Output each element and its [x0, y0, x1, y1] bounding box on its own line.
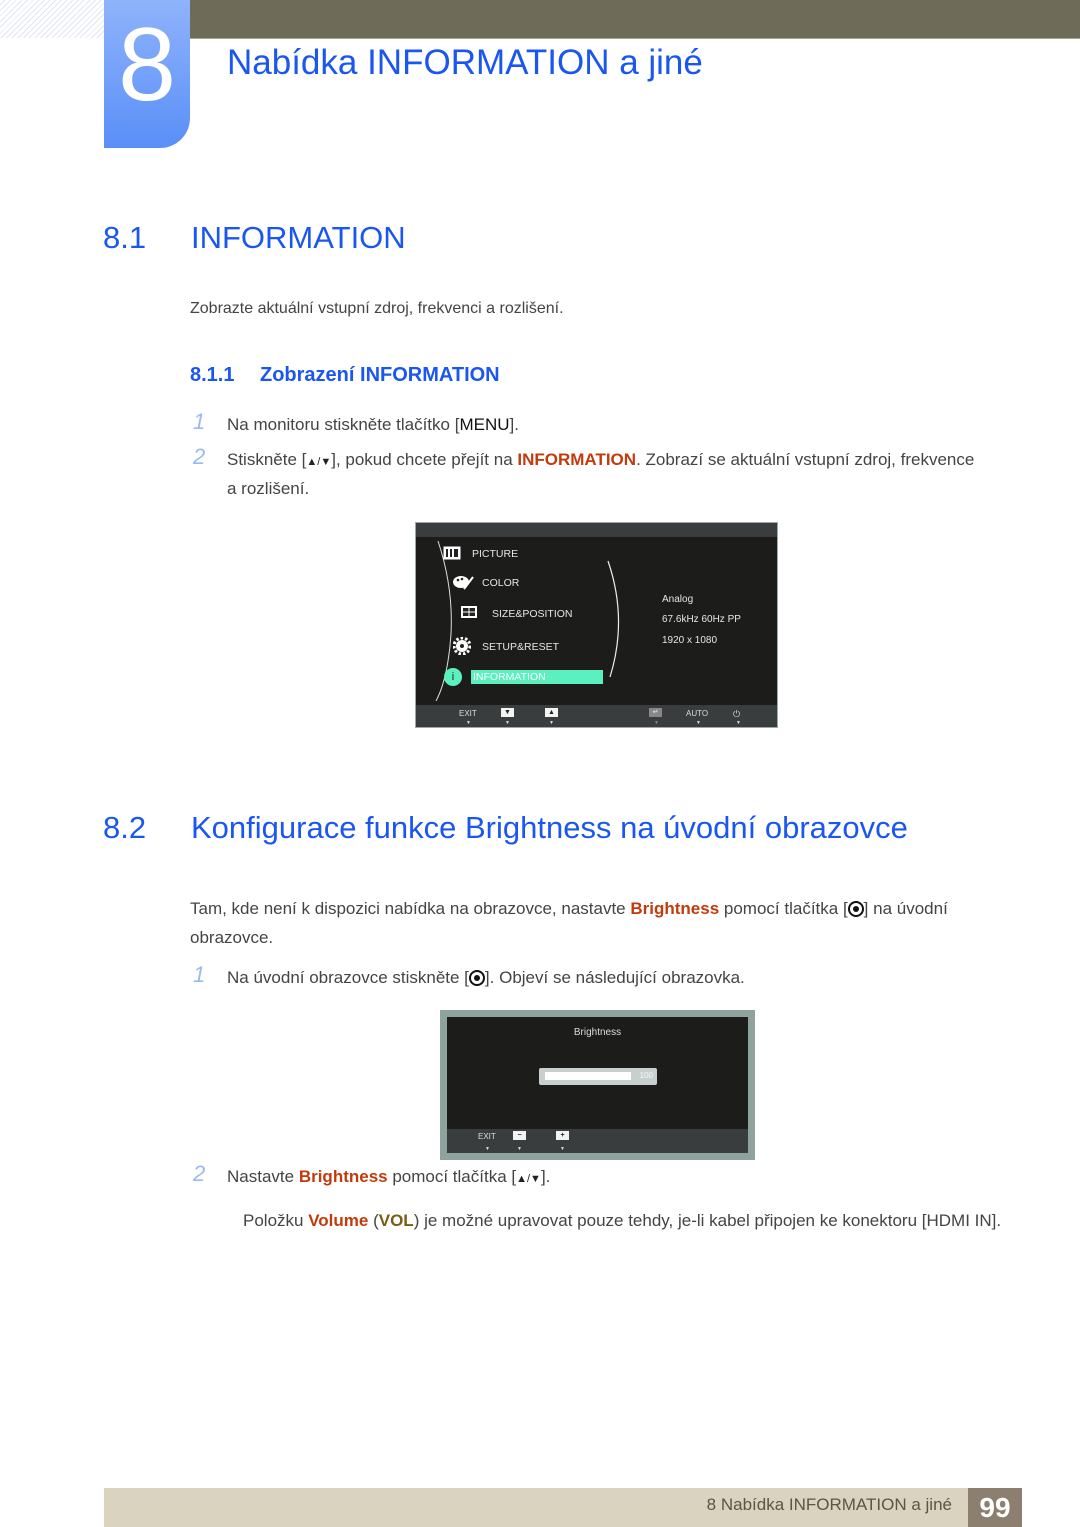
button-marker-icon: ▼ [549, 720, 554, 726]
osd-item-color: COLOR [482, 577, 520, 589]
chapter-title: Nabídka INFORMATION a jiné [227, 43, 703, 82]
osd-item-picture: PICTURE [472, 548, 519, 560]
step-text-part: Stiskněte [ [227, 450, 307, 469]
note-text-part: ) je možné upravovat pouze tehdy, je-li … [413, 1211, 1002, 1230]
power-icon: ⏻ [733, 709, 741, 719]
menu-key: MENU [459, 415, 510, 434]
brightness-slider: 100 [539, 1068, 657, 1085]
info-icon: i [444, 668, 462, 686]
step-number: 1 [193, 409, 206, 434]
step-text: Na úvodní obrazovce stiskněte [ ]. Objeví… [227, 967, 745, 989]
step-number: 1 [193, 962, 206, 987]
slider-fill [545, 1072, 631, 1080]
minus-key-icon: − [513, 1131, 526, 1140]
highlight-information: INFORMATION [517, 450, 637, 469]
brightness-title: Brightness [573, 1027, 622, 1038]
page-number: 99 [968, 1488, 1022, 1527]
chapter-tab: 8 [104, 0, 190, 148]
decorative-hatch [0, 0, 104, 38]
step-text-part: Na úvodní obrazovce stiskněte [ [227, 968, 469, 987]
page-footer: 8 Nabídka INFORMATION a jiné 99 [104, 1488, 1022, 1527]
enter-key-icon: ↵ [649, 708, 662, 717]
auto-label: AUTO [686, 709, 709, 718]
section-intro: Tam, kde není k dispozici nabídka na obr… [190, 894, 1010, 952]
brightness-osd-screenshot: Brightness 100 EXIT − + ▼ ▼ ▼ [440, 1010, 755, 1160]
button-marker-icon: ▼ [485, 1146, 490, 1152]
section-intro: Zobrazte aktuální vstupní zdroj, frekven… [190, 300, 564, 317]
gear-icon [453, 637, 471, 655]
slider-track [545, 1072, 631, 1080]
note-text: Položku Volume (VOL) je možné upravovat … [243, 1210, 1001, 1232]
chapter-number: 8 [118, 7, 176, 123]
intro-text-part: ] na úvodní [863, 899, 948, 918]
down-key-icon: ▼ [501, 708, 514, 717]
step-text: Nastavte Brightness pomocí tlačítka [▲/▼… [227, 1166, 550, 1190]
step-text-part: ]. [509, 415, 519, 434]
highlight-vol: VOL [378, 1211, 414, 1230]
osd-top-bar [416, 523, 777, 537]
note-text-part: Položku [243, 1211, 309, 1230]
osd-button-bar: EXIT ▼ ▲ ↵ AUTO ⏻ ▼ ▼ ▼ ▼ ▼ ▼ [416, 705, 777, 727]
intro-text-part: pomocí tlačítka [ [719, 899, 848, 918]
step-text-part: . Zobrazí se aktuální vstupní zdroj, fre… [636, 450, 975, 469]
step-text-part: ], pokud chcete přejít na [331, 450, 518, 469]
highlight-volume: Volume [308, 1211, 369, 1230]
up-down-key: ▲/▼ [306, 456, 332, 468]
up-key-icon: ▲ [545, 708, 558, 717]
intro-text-part: obrazovce. [190, 928, 274, 947]
step-text-part: ]. [540, 1167, 551, 1186]
step-text-part: Nastavte [227, 1167, 299, 1186]
subsection-heading: 8.1.1 Zobrazení INFORMATION [190, 362, 690, 388]
osd-item-size-position: SIZE&POSITION [492, 608, 573, 620]
intro-text-part: Tam, kde není k dispozici nabídka na obr… [190, 899, 631, 918]
step-number: 2 [193, 444, 206, 469]
picture-icon [443, 546, 461, 560]
button-marker-icon: ▼ [517, 1146, 522, 1152]
step-text-part: Na monitoru stiskněte tlačítko [ [227, 415, 460, 434]
osd-item-information-selected: INFORMATION [471, 670, 603, 684]
step-text: Stiskněte [▲/▼], pokud chcete přejít na … [227, 449, 1017, 505]
joystick-button-icon [468, 970, 485, 986]
step-text-part: a rozlišení. [227, 479, 310, 498]
section-number: 8.2 [103, 810, 147, 845]
step-text: Na monitoru stiskněte tlačítko [MENU]. [227, 414, 519, 436]
section-title: Konfigurace funkce Brightness na úvodní … [191, 810, 908, 845]
footer-chapter-title: 8 Nabídka INFORMATION a jiné [706, 1495, 952, 1514]
step-number: 2 [193, 1161, 206, 1186]
step-text-part: ]. Objeví se následující obrazovka. [484, 968, 745, 987]
plus-key-icon: + [556, 1131, 569, 1140]
osd-screen: Brightness 100 EXIT − + ▼ ▼ ▼ [447, 1017, 748, 1153]
joystick-button-icon [847, 901, 864, 917]
subsection-number: 8.1.1 [190, 364, 235, 386]
subsection-title: Zobrazení INFORMATION [260, 364, 500, 386]
up-down-key: ▲/▼ [516, 1173, 541, 1185]
info-frequency: 67.6kHz 60Hz PP [662, 614, 741, 625]
step-text-part: pomocí tlačítka [ [387, 1167, 517, 1186]
osd-button-bar: EXIT − + ▼ ▼ ▼ [447, 1129, 748, 1153]
osd-item-setup-reset: SETUP&RESET [482, 641, 560, 653]
brightness-value: 100 [639, 1071, 653, 1080]
highlight-brightness: Brightness [630, 899, 720, 918]
exit-label: EXIT [459, 709, 477, 718]
osd-menu-screenshot: PICTURE COLOR SIZE&POSITION SETUP&RESET … [415, 522, 778, 728]
button-marker-icon: ▼ [696, 720, 701, 726]
button-marker-icon: ▼ [654, 720, 659, 726]
button-marker-icon: ▼ [560, 1146, 565, 1152]
button-marker-icon: ▼ [736, 720, 741, 726]
button-marker-icon: ▼ [466, 720, 471, 726]
menu-divider-arc [607, 560, 620, 678]
palette-icon [453, 576, 474, 590]
exit-label: EXIT [478, 1132, 496, 1141]
info-source: Analog [662, 594, 694, 605]
info-resolution: 1920 x 1080 [662, 635, 718, 646]
top-bar [190, 0, 1080, 39]
highlight-brightness: Brightness [298, 1167, 388, 1186]
note-text-part: ( [368, 1211, 379, 1230]
section-number: 8.1 [103, 220, 147, 255]
section-title: INFORMATION [191, 220, 406, 255]
button-marker-icon: ▼ [505, 720, 510, 726]
size-position-icon [461, 606, 477, 618]
